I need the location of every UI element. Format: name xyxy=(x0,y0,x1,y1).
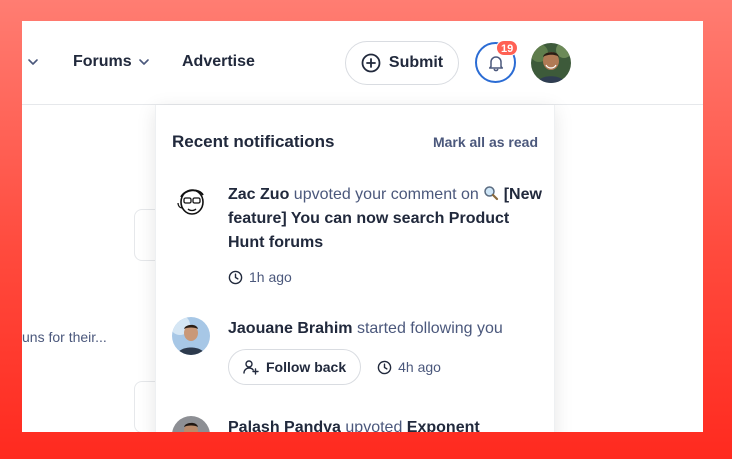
notification-action: upvoted xyxy=(345,419,403,432)
nav-advertise-label: Advertise xyxy=(182,53,255,70)
submit-label: Submit xyxy=(388,54,444,71)
browser-frame: uns for their... Forums Advertise Submit… xyxy=(22,21,703,432)
notification-text: Jaouane Brahim started following you xyxy=(228,317,542,341)
notification-item[interactable]: Jaouane Brahim started following you Fol… xyxy=(172,317,542,397)
notification-body: Jaouane Brahim started following you Fol… xyxy=(228,317,542,385)
notification-action: upvoted your comment on xyxy=(293,186,479,203)
actor-name[interactable]: Palash Pandya xyxy=(228,419,341,432)
chevron-down-icon xyxy=(138,59,149,65)
chevron-down-icon[interactable] xyxy=(27,56,39,68)
magnifier-icon xyxy=(483,185,499,201)
avatar xyxy=(172,416,210,432)
follow-back-label: Follow back xyxy=(266,359,347,375)
actor-name[interactable]: Jaouane Brahim xyxy=(228,320,352,337)
notification-body: Palash Pandya upvoted Exponent xyxy=(228,416,542,432)
notification-time: 4h ago xyxy=(377,355,441,379)
notification-action: started following you xyxy=(356,320,503,337)
notifications-dropdown: Recent notifications Mark all as read Za… xyxy=(155,105,555,432)
bell-icon xyxy=(488,55,503,71)
top-nav: Forums Advertise Submit 19 xyxy=(22,21,703,105)
notification-text: Zac Zuo upvoted your comment on [New fea… xyxy=(228,183,542,255)
submit-button[interactable]: Submit xyxy=(345,41,459,85)
notification-body: Zac Zuo upvoted your comment on [New fea… xyxy=(228,183,542,289)
avatar xyxy=(172,317,210,355)
clock-icon xyxy=(377,360,392,374)
time-label: 1h ago xyxy=(249,269,292,285)
clock-icon xyxy=(228,270,243,284)
notification-item[interactable]: Zac Zuo upvoted your comment on [New fea… xyxy=(172,183,542,293)
notification-time: 1h ago xyxy=(228,265,542,289)
nav-forums-label: Forums xyxy=(73,53,132,70)
notification-text: Palash Pandya upvoted Exponent xyxy=(228,416,542,432)
notification-item[interactable]: Palash Pandya upvoted Exponent xyxy=(172,416,542,432)
mark-all-read-link[interactable]: Mark all as read xyxy=(433,134,538,150)
background-snippet: uns for their... xyxy=(22,329,107,345)
time-label: 4h ago xyxy=(398,359,441,375)
nav-advertise[interactable]: Advertise xyxy=(182,53,255,71)
notification-count-badge: 19 xyxy=(496,40,519,56)
follow-back-button[interactable]: Follow back xyxy=(228,349,362,385)
follow-row: Follow back 4h ago xyxy=(228,349,542,385)
user-avatar[interactable] xyxy=(531,43,571,83)
plus-circle-icon xyxy=(361,53,381,73)
notification-target-link[interactable]: Exponent xyxy=(407,419,480,432)
notifications-header: Recent notifications Mark all as read xyxy=(172,132,538,152)
notifications-title: Recent notifications xyxy=(172,132,335,151)
actor-name[interactable]: Zac Zuo xyxy=(228,186,289,203)
nav-forums[interactable]: Forums xyxy=(73,53,150,71)
avatar xyxy=(172,183,210,221)
user-plus-icon xyxy=(243,360,259,375)
